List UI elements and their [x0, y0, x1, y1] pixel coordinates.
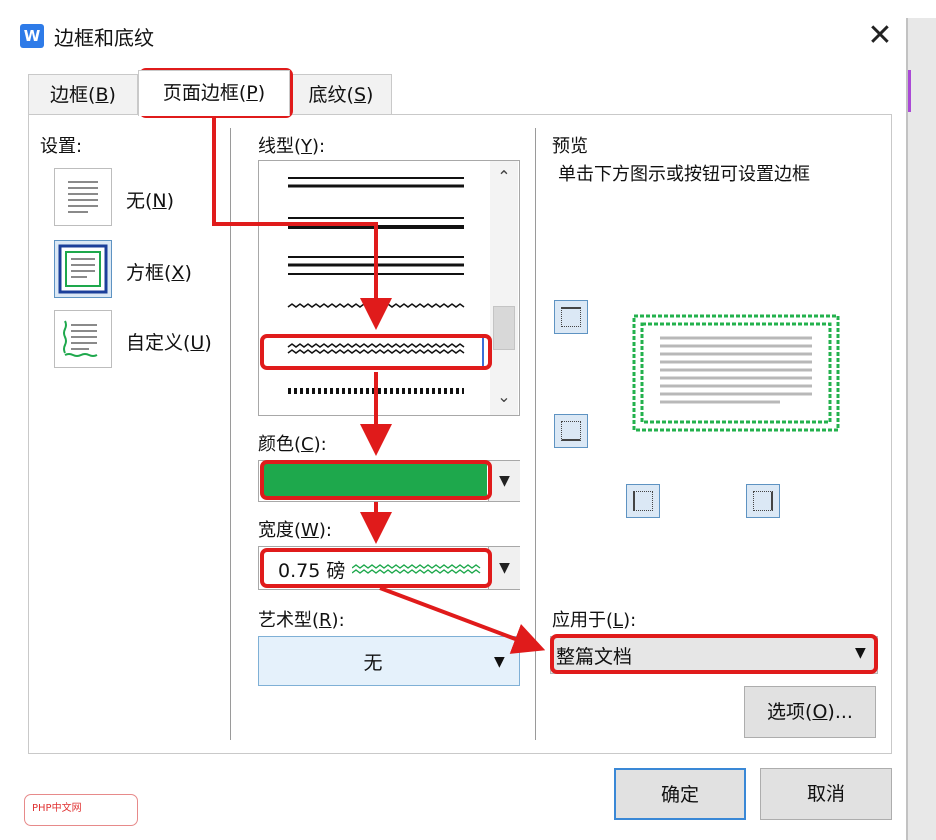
tab-page-border-label: 页面边框(P) [162, 82, 266, 104]
annotation-arrows [212, 118, 546, 654]
watermark-text: PHP中文网 [32, 803, 82, 814]
tab-page-border[interactable]: 页面边框(P) [138, 70, 290, 116]
